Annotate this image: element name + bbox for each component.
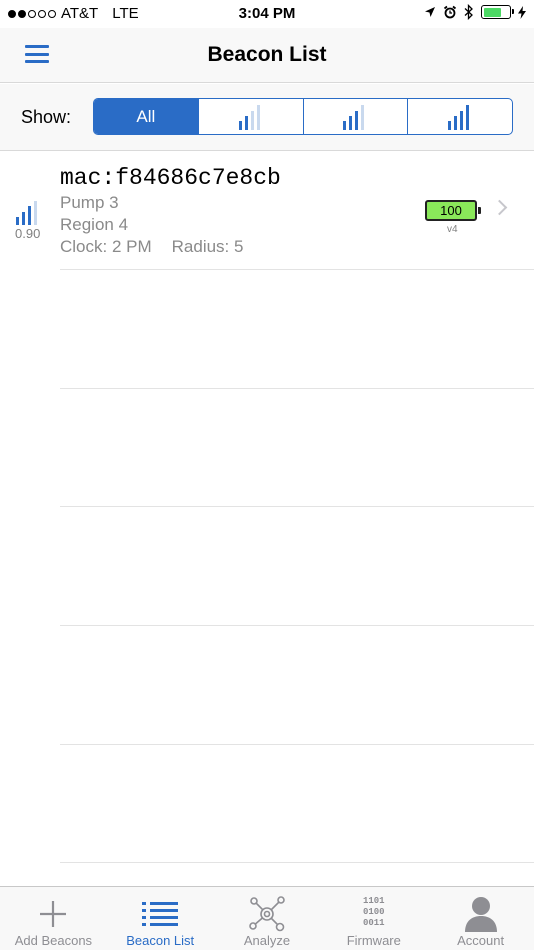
beacon-name: Pump 3 (60, 193, 119, 212)
plus-icon (40, 901, 67, 927)
tab-bar: Add Beacons Beacon List Analyze 1101 010… (0, 886, 534, 950)
battery-icon: 100 (425, 200, 481, 221)
beacon-radius: Radius: 5 (171, 237, 244, 256)
status-bar: AT&T LTE 3:04 PM (0, 0, 534, 28)
signal-filter-segmented-control: All (93, 98, 513, 135)
segment-all[interactable]: All (94, 99, 198, 134)
show-label: Show: (21, 107, 72, 127)
beacon-clock: Clock: 2 PM (60, 237, 152, 256)
bluetooth-icon (464, 4, 473, 20)
signal-medium-icon (343, 104, 365, 130)
device-battery-icon (481, 5, 514, 19)
tab-account[interactable]: Account (427, 887, 534, 950)
beacon-region: Region 4 (60, 215, 129, 234)
row-divider (60, 506, 534, 507)
tab-label: Beacon List (126, 933, 195, 948)
nav-bar: Beacon List (0, 28, 534, 83)
alarm-clock-icon (443, 5, 457, 19)
row-divider (60, 269, 534, 270)
tab-beacon-list[interactable]: Beacon List (107, 887, 214, 950)
segment-medium[interactable] (302, 99, 408, 134)
tab-label: Add Beacons (14, 933, 93, 948)
status-right (424, 4, 526, 20)
network-icon (249, 896, 285, 932)
row-divider (60, 744, 534, 745)
rssi-value: 0.90 (15, 226, 41, 241)
page-title: Beacon List (207, 43, 327, 66)
segment-weak[interactable] (197, 99, 303, 134)
list-icon (142, 902, 179, 926)
beacon-mac: mac:f84686c7e8cb (60, 165, 281, 191)
signal-strength-icon (16, 201, 37, 225)
beacon-details: Clock: 2 PM Radius: 5 (60, 237, 243, 257)
row-divider (60, 625, 534, 626)
tab-firmware[interactable]: 1101 0100 0011 Firmware (320, 887, 427, 950)
signal-weak-icon (238, 104, 260, 130)
beacon-row[interactable]: 0.90 mac:f84686c7e8cb Pump 3 Region 4 Cl… (0, 152, 534, 270)
binary-icon: 1101 0100 0011 (362, 895, 385, 928)
chevron-right-icon (491, 199, 508, 216)
beacon-list: 0.90 mac:f84686c7e8cb Pump 3 Region 4 Cl… (0, 152, 534, 886)
tab-label: Analyze (243, 933, 291, 948)
tab-label: Account (457, 933, 505, 948)
tab-label: Firmware (346, 933, 401, 948)
row-divider (60, 862, 534, 863)
filter-bar: Show: All (0, 84, 534, 151)
battery-level: 100 (440, 203, 462, 218)
tab-add-beacons[interactable]: Add Beacons (0, 887, 107, 950)
firmware-version: v4 (447, 224, 458, 235)
tab-analyze[interactable]: Analyze (214, 887, 321, 950)
row-divider (60, 388, 534, 389)
location-arrow-icon (425, 7, 435, 17)
segment-all-label: All (136, 106, 156, 126)
charging-bolt-icon (518, 5, 526, 19)
person-icon (464, 897, 497, 932)
signal-strong-icon (448, 104, 470, 130)
segment-strong[interactable] (407, 99, 512, 134)
